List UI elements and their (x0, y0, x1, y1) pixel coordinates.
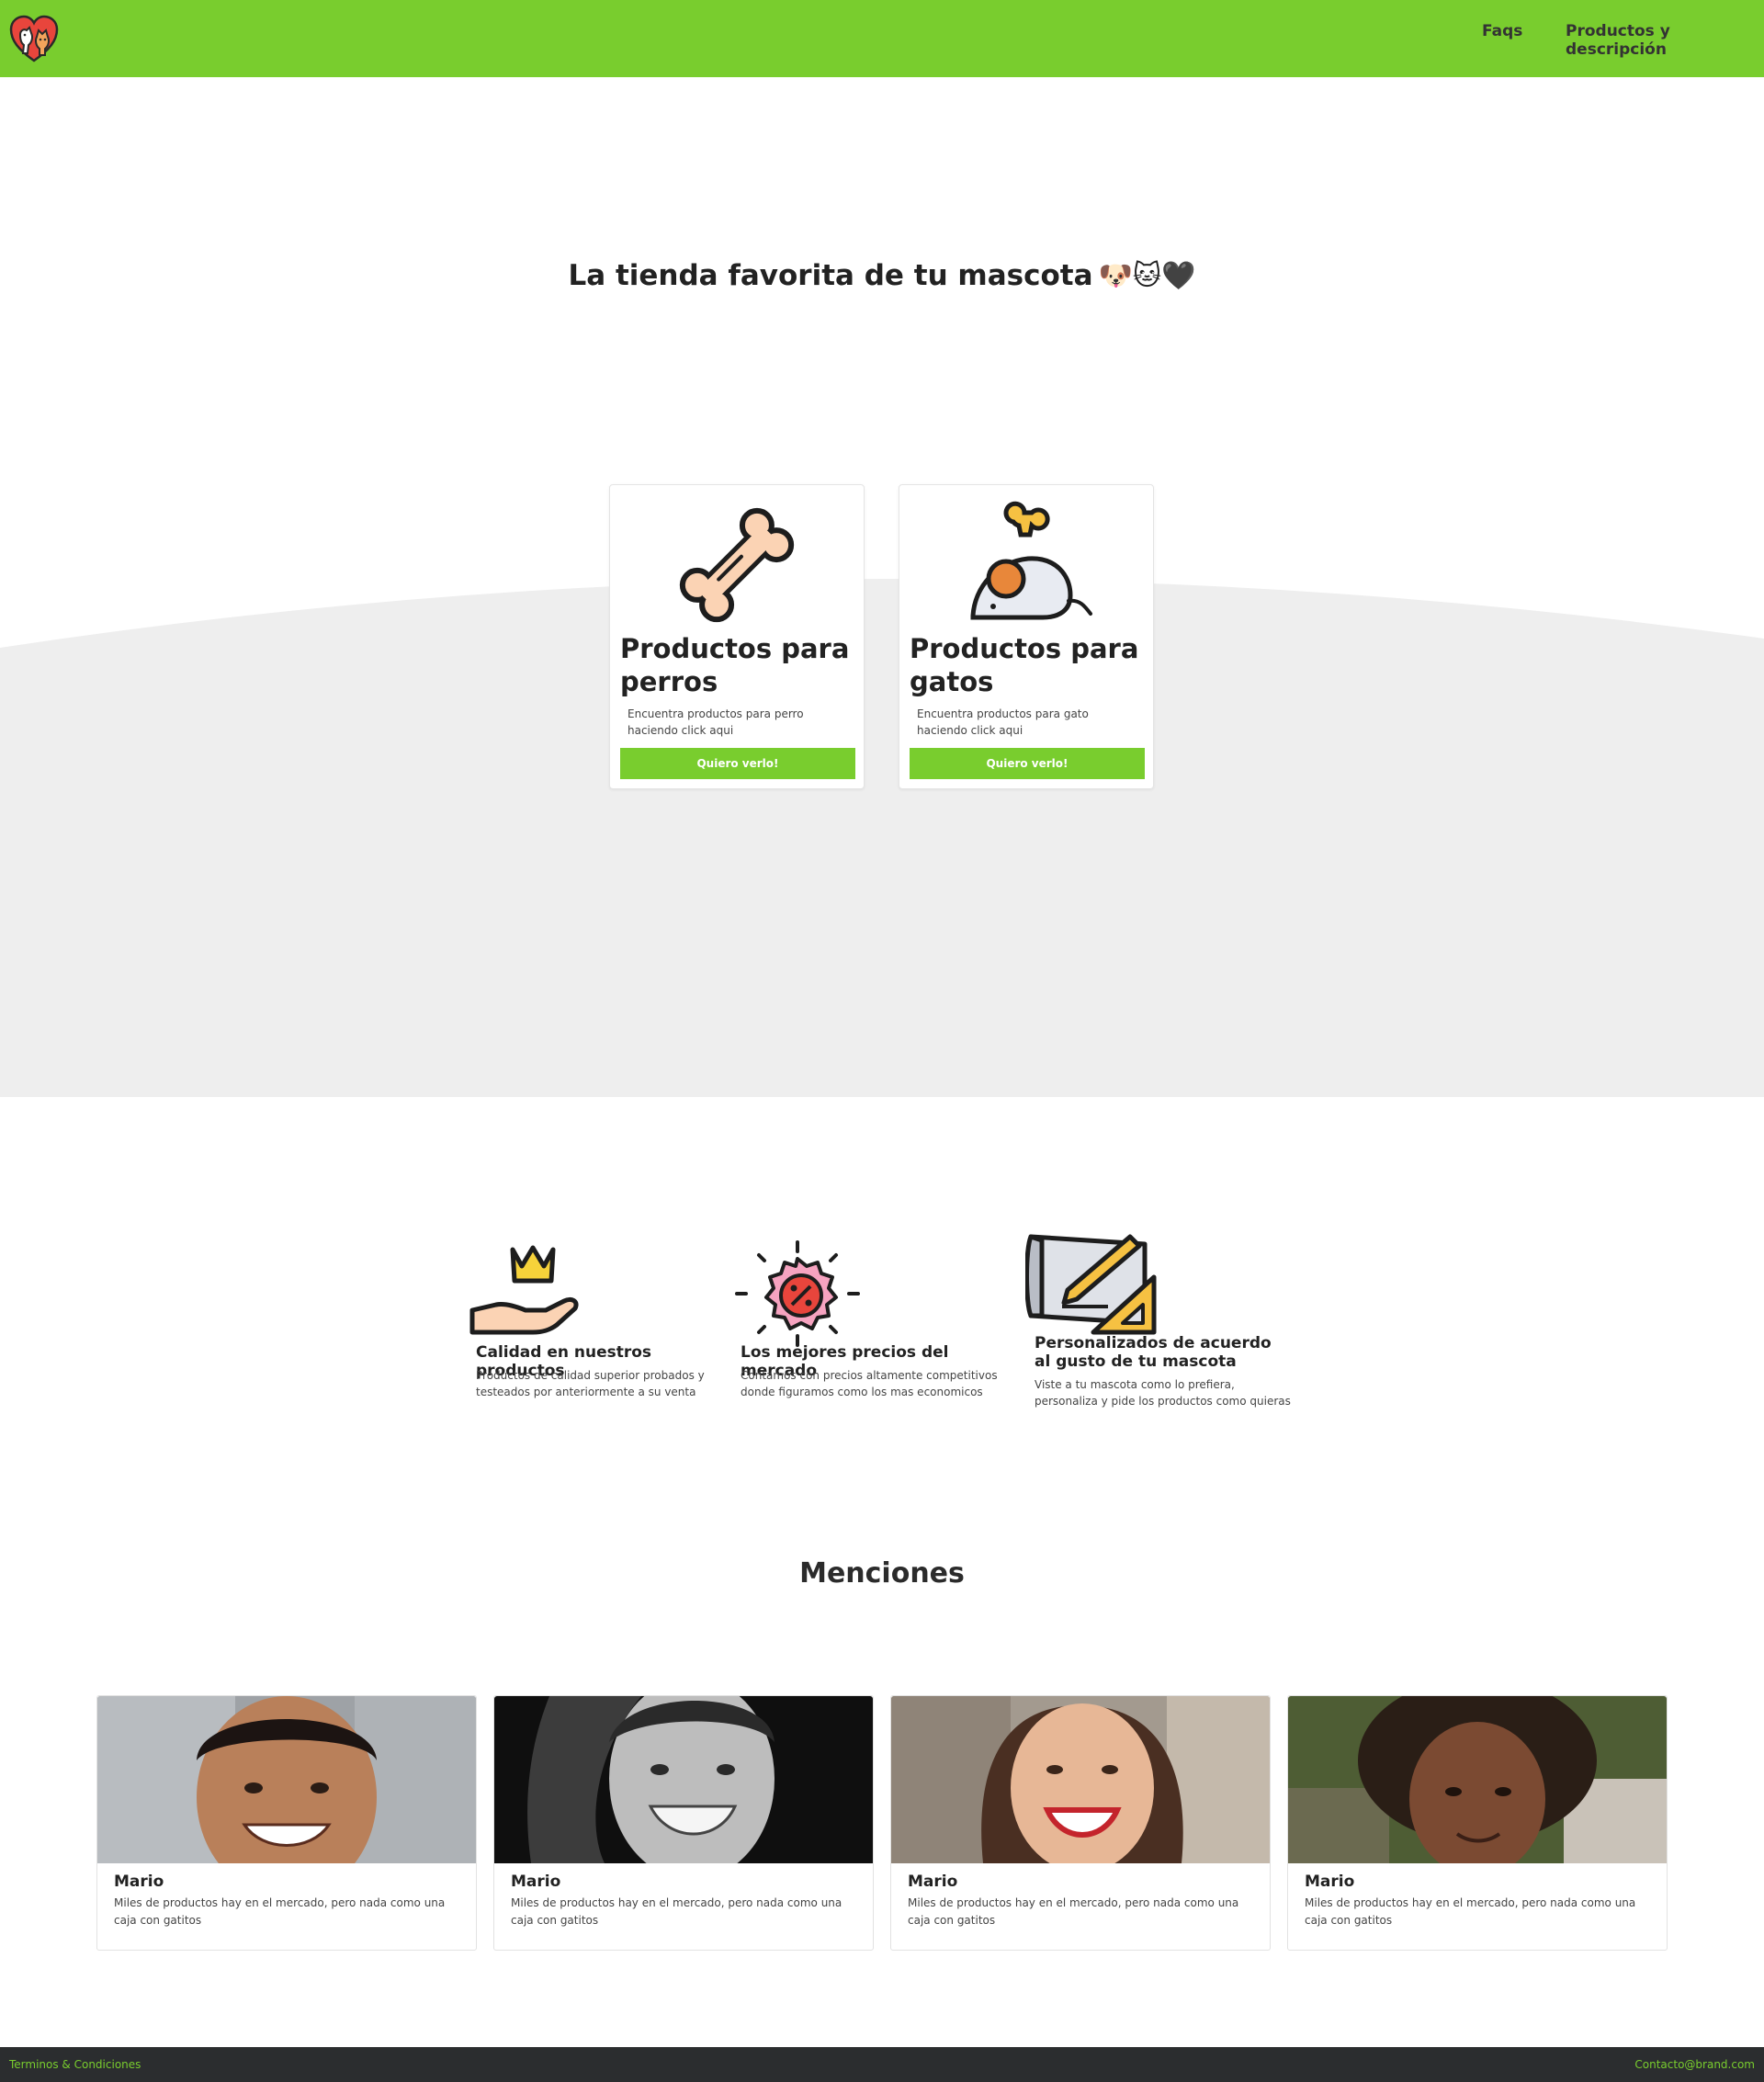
hero-title-text: La tienda favorita de tu mascota (568, 259, 1093, 292)
mentions-title: Menciones (799, 1557, 965, 1590)
avatar (494, 1696, 873, 1863)
category-title: Productos para perros (620, 633, 850, 697)
footer-terms-link[interactable]: Terminos & Condiciones (9, 2058, 141, 2071)
category-title: Productos para gatos (910, 633, 1139, 697)
bone-icon (679, 507, 795, 623)
mention-name: Mario (1305, 1873, 1355, 1891)
mention-quote: Miles de productos hay en el mercado, pe… (114, 1896, 446, 1927)
feature-description: Viste a tu mascota como lo prefiera, per… (1035, 1378, 1291, 1408)
avatar (1288, 1696, 1667, 1863)
hero-title: La tienda favorita de tu mascota 🐶🐱🖤 (0, 259, 1764, 292)
feature-quality: Calidad en nuestros productos Productos … (469, 1231, 726, 1415)
avatar (97, 1696, 476, 1863)
category-card-dogs: Productos para perros Encuentra producto… (609, 484, 865, 789)
mention-name: Mario (114, 1873, 164, 1891)
mention-card: Mario Miles de productos hay en el merca… (493, 1695, 874, 1951)
nav-link-faqs[interactable]: Faqs (1482, 22, 1522, 40)
avatar (891, 1696, 1270, 1863)
mention-quote: Miles de productos hay en el mercado, pe… (511, 1896, 842, 1927)
mention-card: Mario Miles de productos hay en el merca… (1287, 1695, 1668, 1951)
discount-badge-icon (735, 1240, 860, 1347)
navbar: Faqs Productos y descripción (0, 0, 1764, 77)
feature-description: Productos de calidad superior probados y… (476, 1369, 705, 1398)
mention-name: Mario (511, 1873, 561, 1891)
mention-card: Mario Miles de productos hay en el merca… (96, 1695, 477, 1951)
toy-mouse-icon (970, 501, 1092, 620)
footer: Terminos & Condiciones Contacto@brand.co… (0, 2047, 1764, 2082)
feature-prices: Los mejores precios del mercado Contamos… (733, 1231, 1027, 1415)
ver-perros-button[interactable]: Quiero verlo! (620, 748, 855, 779)
category-description: Encuentra productos para perro haciendo … (628, 707, 804, 737)
ver-gatos-button[interactable]: Quiero verlo! (910, 748, 1145, 779)
feature-custom: Personalizados de acuerdo al gusto de tu… (1025, 1231, 1301, 1415)
hero-wave-background (0, 578, 1764, 1097)
category-description: Encuentra productos para gato haciendo c… (917, 707, 1089, 737)
feature-description: Contamos con precios altamente competiti… (741, 1369, 998, 1398)
hero-emojis: 🐶🐱🖤 (1098, 260, 1196, 292)
mention-name: Mario (908, 1873, 958, 1891)
footer-contact-link[interactable]: Contacto@brand.com (1634, 2058, 1755, 2071)
feature-title: Personalizados de acuerdo al gusto de tu… (1035, 1334, 1272, 1371)
nav-link-productos[interactable]: Productos y descripción (1566, 22, 1764, 59)
mention-quote: Miles de productos hay en el mercado, pe… (908, 1896, 1239, 1927)
crown-hand-icon (469, 1245, 579, 1335)
heart-pets-logo-icon[interactable] (9, 15, 59, 62)
mention-card: Mario Miles de productos hay en el merca… (890, 1695, 1271, 1951)
mention-quote: Miles de productos hay en el mercado, pe… (1305, 1896, 1636, 1927)
category-card-cats: Productos para gatos Encuentra productos… (899, 484, 1154, 789)
design-pencil-ruler-icon (1025, 1234, 1157, 1335)
